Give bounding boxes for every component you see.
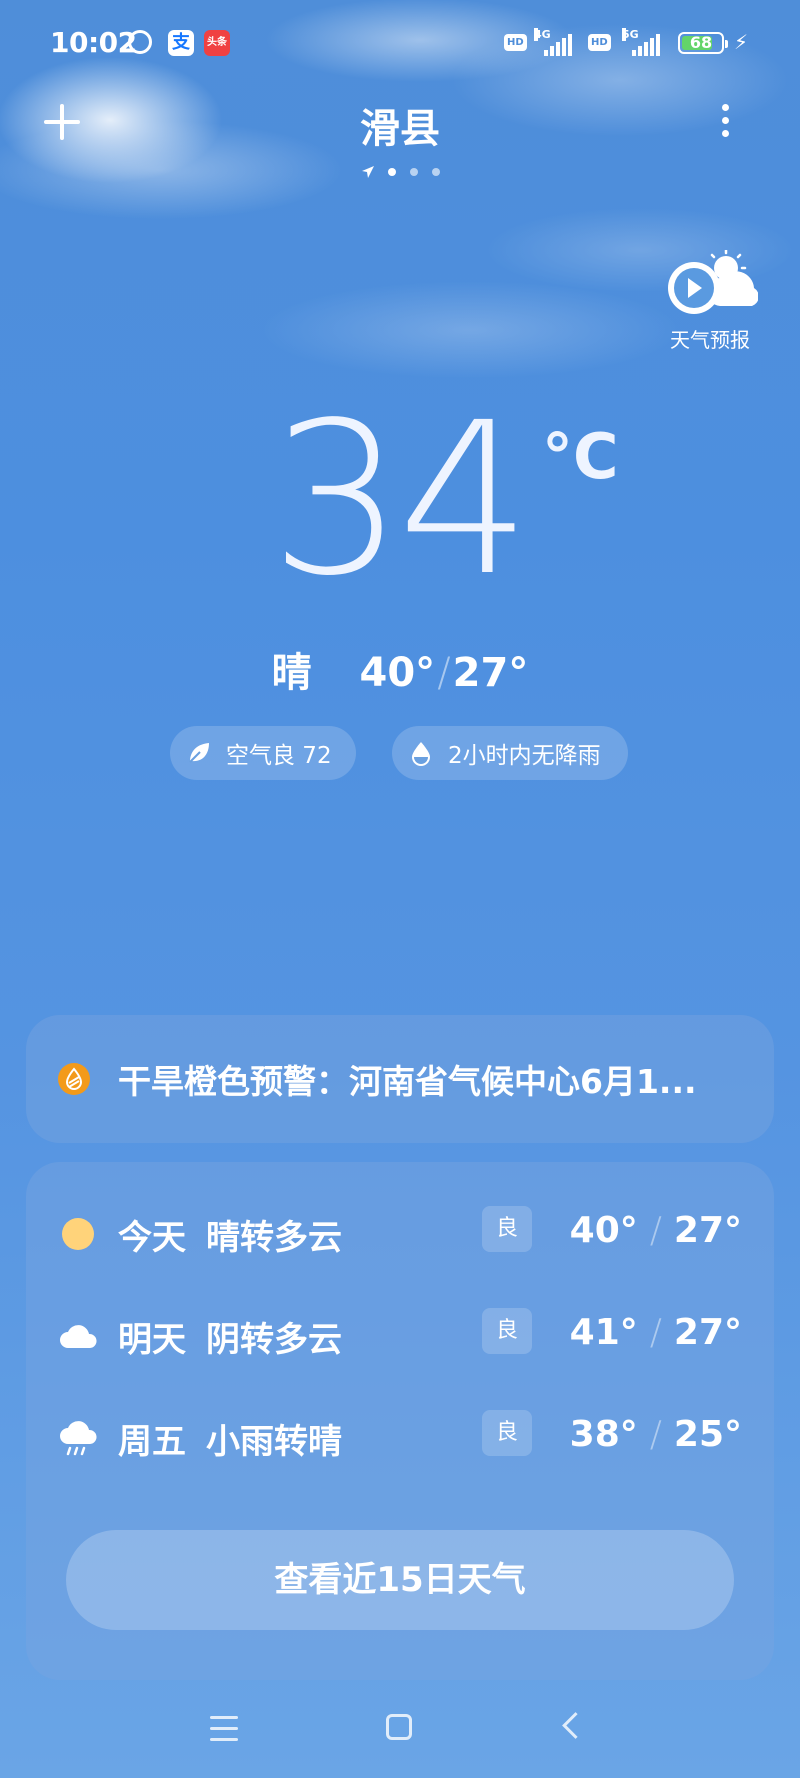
- signal-4g-icon: 4G: [534, 28, 582, 56]
- forecast-row-friday[interactable]: 周五 小雨转晴 良 38°/25°: [26, 1406, 774, 1466]
- daily-forecast-card: 今天 晴转多云 良 40°/27° 明天 阴转多云 良 41°/27° 周五 小…: [26, 1162, 774, 1680]
- leaf-icon: [189, 743, 209, 763]
- rain-cloud-icon: [60, 1421, 97, 1456]
- rain-forecast-pill[interactable]: 2小时内无降雨: [392, 726, 628, 780]
- status-time: 10:02: [50, 26, 137, 59]
- temperature-unit: °C: [542, 420, 619, 493]
- forecast-condition: 阴转多云: [206, 1320, 342, 1360]
- home-button[interactable]: [386, 1714, 412, 1740]
- signal-5g-icon: 5G: [618, 28, 670, 56]
- weather-forecast-label: 天气预报: [670, 328, 750, 352]
- air-quality-badge: 良: [482, 1410, 532, 1456]
- air-quality-badge: 良: [482, 1308, 532, 1354]
- page-dot: [432, 168, 440, 176]
- today-low: 27°: [452, 650, 529, 696]
- forecast-temps: 41°/27°: [569, 1312, 742, 1353]
- charging-icon: ⚡: [734, 30, 749, 54]
- weather-alert-card[interactable]: 干旱橙色预警：河南省气候中心6月1...: [26, 1015, 774, 1143]
- forecast-temps: 40°/27°: [569, 1210, 742, 1251]
- cloud-icon: [60, 1325, 97, 1348]
- city-name: 滑县: [360, 106, 440, 152]
- rain-forecast-label: 2小时内无降雨: [448, 743, 601, 769]
- forecast-condition: 晴转多云: [206, 1218, 342, 1258]
- air-quality-pill[interactable]: 空气良 72: [170, 726, 356, 780]
- weather-forecast-video-button[interactable]: 天气预报: [660, 250, 760, 353]
- play-cloud-icon: [668, 250, 758, 314]
- back-button[interactable]: [562, 1712, 589, 1739]
- status-bar: 10:02 支 头条 HD 4G HD 5G 68 ⚡: [0, 22, 800, 66]
- forecast-condition: 小雨转晴: [206, 1422, 342, 1462]
- battery-icon: 68: [678, 32, 728, 54]
- alipay-icon: 支: [168, 30, 194, 56]
- forecast-row-tomorrow[interactable]: 明天 阴转多云 良 41°/27°: [26, 1304, 774, 1364]
- forecast-day: 今天: [118, 1218, 186, 1258]
- forecast-day: 明天: [118, 1320, 186, 1360]
- page-dot: [410, 168, 418, 176]
- forecast-row-today[interactable]: 今天 晴转多云 良 40°/27°: [26, 1202, 774, 1262]
- location-arrow-icon: [362, 166, 374, 178]
- system-navigation-bar: [0, 1710, 800, 1750]
- view-15-day-forecast-button[interactable]: 查看近15日天气: [66, 1530, 734, 1630]
- air-quality-badge: 良: [482, 1206, 532, 1252]
- toutiao-icon: 头条: [204, 30, 230, 56]
- forecast-day: 周五: [118, 1422, 186, 1462]
- forecast-temps: 38°/25°: [569, 1414, 742, 1455]
- page-dot-active: [388, 168, 396, 176]
- water-drop-icon: [412, 742, 430, 766]
- recent-apps-button[interactable]: [210, 1716, 238, 1741]
- drought-warning-icon: [58, 1063, 90, 1095]
- current-condition-summary: 晴 40°/27°: [271, 650, 529, 696]
- hd-badge-2: HD: [588, 30, 611, 56]
- alarm-icon: [128, 30, 152, 54]
- current-condition: 晴: [271, 650, 312, 696]
- hd-badge-1: HD: [504, 30, 527, 56]
- air-quality-label: 空气良 72: [226, 743, 332, 769]
- page-indicator: [360, 164, 450, 180]
- today-high: 40°: [359, 650, 436, 696]
- current-temperature: 34: [270, 377, 531, 622]
- sun-icon: [62, 1218, 94, 1250]
- alert-text: 干旱橙色预警：河南省气候中心6月1...: [118, 1062, 697, 1101]
- more-options-button[interactable]: [720, 104, 732, 144]
